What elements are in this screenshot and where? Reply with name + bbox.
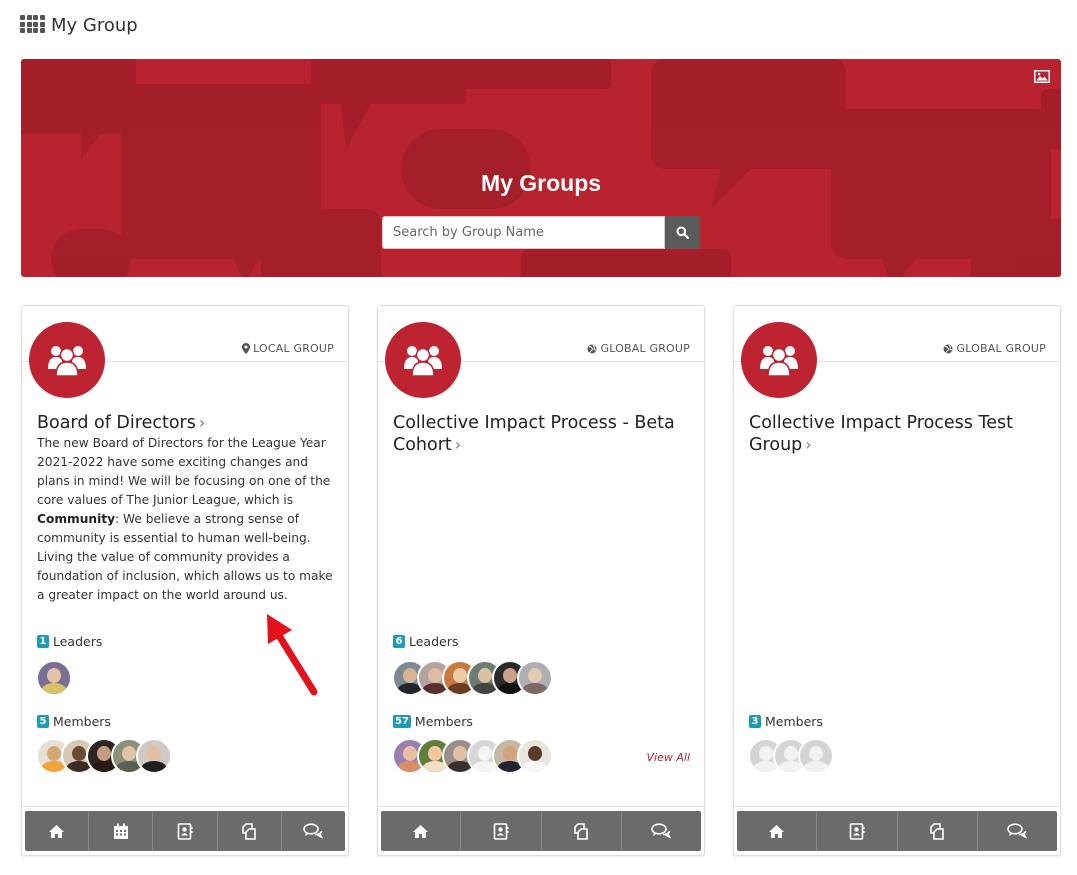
globe-icon [587, 344, 597, 353]
view-all-members-link[interactable]: View All [647, 751, 690, 764]
group-action-bar [737, 811, 1057, 851]
members-label-text: Members [414, 714, 473, 729]
members-label: 5 Members [37, 714, 111, 729]
leaders-count-badge: 6 [393, 635, 405, 648]
avatar[interactable] [798, 738, 834, 774]
hero-title: My Groups [480, 170, 602, 196]
page-title: My Group [51, 14, 138, 36]
leaders-avatars [36, 660, 72, 696]
group-title-text: Collective Impact Process - Beta Cohort [393, 413, 675, 455]
group-title-link[interactable]: Collective Impact Process Test Group › [749, 412, 1049, 456]
group-title-text: Collective Impact Process Test Group [749, 413, 1013, 455]
directory-icon [177, 822, 193, 840]
members-avatars [392, 738, 553, 774]
group-discussions-button[interactable] [978, 811, 1057, 851]
group-action-bar [381, 811, 701, 851]
discussions-icon [1007, 823, 1028, 839]
group-card-board-of-directors: LOCAL GROUP Board of Directors › The new … [21, 305, 349, 856]
group-discussions-button[interactable] [622, 811, 701, 851]
leaders-label-text: Leaders [409, 634, 459, 649]
group-documents-button[interactable] [898, 811, 978, 851]
chevron-right-icon: › [454, 435, 462, 454]
members-avatars [36, 738, 172, 774]
change-banner-image-button[interactable] [1031, 67, 1053, 85]
search-input[interactable] [382, 216, 665, 249]
members-label-text: Members [765, 714, 823, 729]
group-home-button[interactable] [25, 811, 90, 851]
page-header: My Group [20, 12, 138, 38]
chevron-right-icon: › [198, 413, 206, 432]
group-directory-button[interactable] [461, 811, 542, 851]
group-people-icon [48, 346, 86, 377]
card-divider [734, 806, 1060, 807]
annotation-arrow [267, 614, 318, 696]
members-count-badge: 3 [749, 715, 761, 728]
group-calendar-button[interactable] [89, 811, 154, 851]
map-marker-icon [242, 343, 251, 354]
group-card-collective-impact-beta: GLOBAL GROUP Collective Impact Process -… [377, 305, 705, 856]
group-discussions-button[interactable] [282, 811, 345, 851]
avatar[interactable] [136, 738, 172, 774]
group-type-text: GLOBAL GROUP [600, 342, 690, 355]
card-divider [22, 806, 348, 807]
leaders-label-text: Leaders [53, 634, 103, 649]
home-icon [769, 824, 785, 838]
group-directory-button[interactable] [153, 811, 218, 851]
image-icon [1034, 69, 1050, 83]
group-action-bar [25, 811, 345, 851]
group-title-link[interactable]: Collective Impact Process - Beta Cohort › [393, 412, 693, 456]
home-icon [49, 824, 65, 838]
leaders-label: 1 Leaders [37, 634, 102, 649]
members-count-badge: 5 [37, 715, 49, 728]
card-divider [378, 806, 704, 807]
group-title-link[interactable]: Board of Directors › [37, 412, 337, 434]
avatar[interactable] [517, 660, 553, 696]
chevron-right-icon: › [805, 435, 812, 454]
group-avatar[interactable] [741, 322, 817, 398]
group-documents-button[interactable] [542, 811, 622, 851]
group-description: The new Board of Directors for the Leagu… [37, 434, 337, 605]
group-type-text: GLOBAL GROUP [956, 342, 1046, 355]
avatar[interactable] [36, 660, 72, 696]
group-avatar[interactable] [385, 322, 461, 398]
group-type-text: LOCAL GROUP [253, 342, 334, 355]
calendar-icon [113, 823, 128, 839]
group-people-icon [404, 346, 442, 377]
group-home-button[interactable] [737, 811, 818, 851]
leaders-count-badge: 1 [37, 635, 49, 648]
group-type-label: GLOBAL GROUP [587, 342, 690, 355]
search-button[interactable] [665, 216, 700, 249]
discussions-icon [651, 823, 672, 839]
group-people-icon [760, 346, 798, 377]
documents-icon [574, 822, 588, 840]
group-directory-button[interactable] [817, 811, 898, 851]
description-text: The new Board of Directors for the Leagu… [37, 436, 331, 507]
members-label: 57 Members [393, 714, 473, 729]
globe-icon [943, 344, 953, 353]
members-label-text: Members [53, 714, 111, 729]
directory-icon [849, 822, 865, 840]
home-icon [413, 824, 429, 838]
search-icon [676, 226, 689, 239]
apps-grid-icon[interactable] [20, 15, 45, 35]
description-bold-text: Community [37, 512, 116, 526]
documents-icon [242, 822, 257, 840]
group-card-collective-impact-test: GLOBAL GROUP Collective Impact Process T… [733, 305, 1061, 856]
members-label: 3 Members [749, 714, 823, 729]
avatar[interactable] [517, 738, 553, 774]
members-avatars [748, 738, 834, 774]
group-type-label: GLOBAL GROUP [943, 342, 1046, 355]
group-avatar[interactable] [29, 322, 105, 398]
discussions-icon [303, 823, 324, 839]
group-home-button[interactable] [381, 811, 462, 851]
leaders-label: 6 Leaders [393, 634, 458, 649]
group-search [382, 216, 700, 249]
leaders-avatars [392, 660, 553, 696]
group-documents-button[interactable] [218, 811, 282, 851]
directory-icon [493, 822, 509, 840]
group-title-text: Board of Directors [37, 413, 196, 433]
group-type-label: LOCAL GROUP [242, 342, 334, 355]
documents-icon [930, 822, 944, 840]
members-count-badge: 57 [393, 715, 411, 728]
